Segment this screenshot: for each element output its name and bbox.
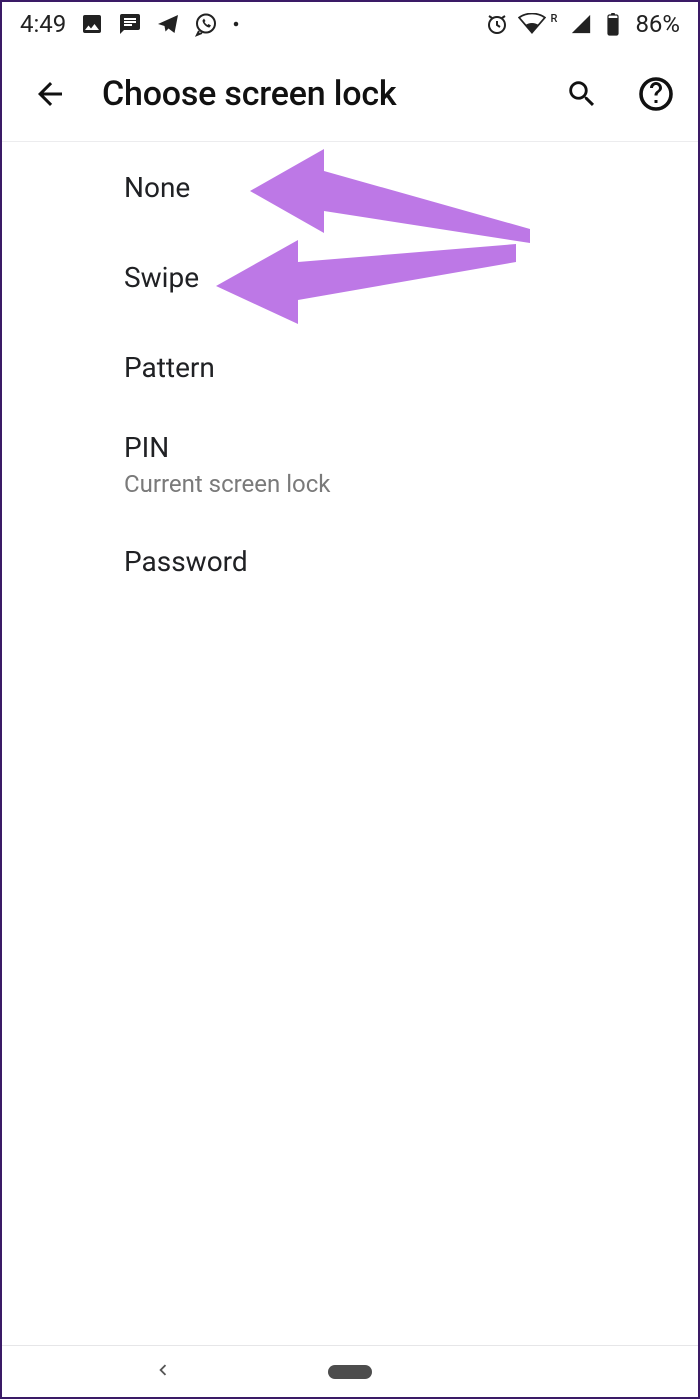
photos-icon: [80, 12, 104, 36]
telegram-icon: [156, 12, 180, 36]
signal-icon: [569, 12, 593, 36]
battery-icon: [601, 12, 625, 36]
nav-back-button[interactable]: [152, 1359, 174, 1385]
wifi-icon: [517, 12, 547, 36]
search-button[interactable]: [560, 72, 604, 116]
status-bar: 4:49 R: [2, 2, 698, 46]
option-pin-sub: Current screen lock: [124, 470, 698, 498]
back-arrow-icon: [32, 76, 68, 112]
help-icon: [638, 76, 674, 112]
device-frame: 4:49 R: [0, 0, 700, 1399]
option-password[interactable]: Password: [2, 516, 698, 606]
option-swipe[interactable]: Swipe: [2, 232, 698, 322]
search-icon: [565, 77, 599, 111]
status-right: R 86%: [485, 10, 681, 38]
battery-text: 86%: [635, 10, 680, 38]
option-password-label: Password: [124, 545, 698, 578]
help-button[interactable]: [634, 72, 678, 116]
status-clock: 4:49: [20, 10, 66, 38]
message-icon: [118, 12, 142, 36]
system-nav-bar: [2, 1345, 698, 1397]
option-pin[interactable]: PIN Current screen lock: [2, 412, 698, 516]
page-title: Choose screen lock: [102, 74, 530, 114]
option-none[interactable]: None: [2, 142, 698, 232]
more-dot-icon: [232, 12, 240, 36]
option-none-label: None: [124, 171, 698, 204]
app-bar: Choose screen lock: [2, 46, 698, 142]
back-button[interactable]: [28, 72, 72, 116]
nav-home-pill[interactable]: [328, 1365, 372, 1379]
alarm-icon: [485, 12, 509, 36]
option-swipe-label: Swipe: [124, 261, 698, 294]
option-pattern-label: Pattern: [124, 351, 698, 384]
option-pin-label: PIN: [124, 431, 698, 464]
chevron-left-icon: [152, 1359, 174, 1381]
lock-options-list: None Swipe Pattern PIN Current screen lo…: [2, 142, 698, 1345]
whatsapp-icon: [194, 12, 218, 36]
status-left: 4:49: [20, 10, 240, 38]
roaming-indicator: R: [551, 12, 558, 25]
option-pattern[interactable]: Pattern: [2, 322, 698, 412]
